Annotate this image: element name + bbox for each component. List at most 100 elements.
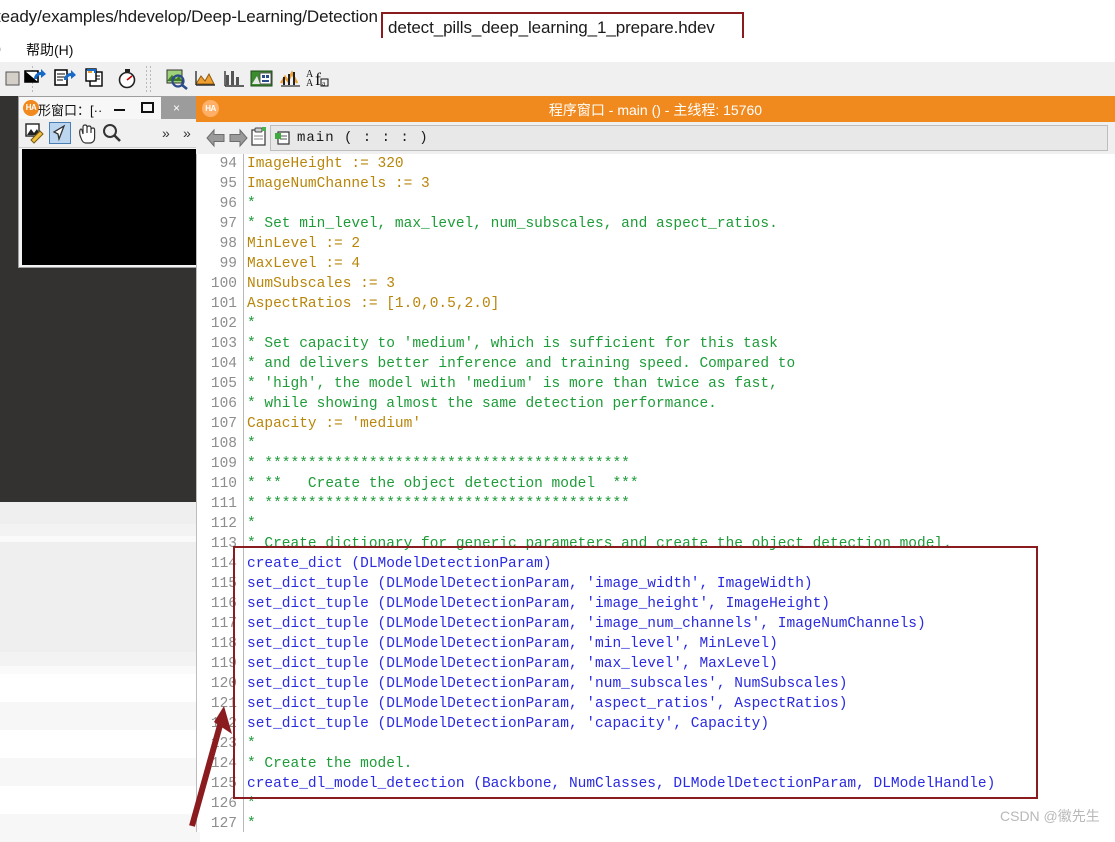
list-item[interactable] — [0, 730, 200, 758]
menu-item-help[interactable]: 帮助(H) — [26, 40, 73, 60]
code-line[interactable]: 96 * — [197, 194, 1115, 214]
code-text: set_dict_tuple (DLModelDetectionParam, '… — [247, 596, 830, 612]
graphics-window-toolbar: » » — [19, 119, 207, 148]
code-text: create_dl_model_detection (Backbone, Num… — [247, 776, 996, 792]
step-over-icon[interactable] — [22, 67, 46, 91]
code-line[interactable]: 97 * Set min_level, max_level, num_subsca… — [197, 214, 1115, 234]
code-line[interactable]: 111 * ***********************************… — [197, 494, 1115, 514]
code-line[interactable]: 95 ImageNumChannels := 3 — [197, 174, 1115, 194]
code-text: * and delivers better inference and trai… — [247, 356, 796, 372]
code-line[interactable]: 117 set_dict_tuple (DLModelDetectionParam… — [197, 614, 1115, 634]
graphics-window: HA 形窗口：[·· × » » — [18, 96, 208, 268]
code-line[interactable]: 116 set_dict_tuple (DLModelDetectionParam… — [197, 594, 1115, 614]
program-window-titlebar[interactable]: HA 程序窗口 - main () - 主线程: 15760 — [196, 96, 1115, 122]
code-line[interactable]: 112 * — [197, 514, 1115, 534]
list-item[interactable] — [0, 758, 200, 786]
stopwatch-icon[interactable] — [116, 67, 140, 91]
code-text: ImageNumChannels := 3 — [247, 176, 430, 192]
code-line[interactable]: 120 set_dict_tuple (DLModelDetectionParam… — [197, 674, 1115, 694]
procedure-selector[interactable]: main ( : : : ) — [270, 125, 1108, 151]
code-line[interactable]: 98 MinLevel := 2 — [197, 234, 1115, 254]
program-window-title-text: 程序窗口 - main () - 主线程: 15760 — [548, 102, 763, 118]
red-pointer-arrow — [189, 706, 232, 827]
code-text: set_dict_tuple (DLModelDetectionParam, '… — [247, 636, 778, 652]
code-line[interactable]: 94 ImageHeight := 320 — [197, 154, 1115, 174]
code-line[interactable]: 99 MaxLevel := 4 — [197, 254, 1115, 274]
code-text: * — [247, 736, 256, 752]
menu-bar: ） 帮助(H) — [0, 38, 1115, 62]
profile-icon[interactable] — [279, 67, 303, 91]
code-line[interactable]: 125 create_dl_model_detection (Backbone, … — [197, 774, 1115, 794]
graphics-window-canvas[interactable] — [22, 149, 204, 265]
code-line[interactable]: 121 set_dict_tuple (DLModelDetectionParam… — [197, 694, 1115, 714]
close-icon: × — [173, 101, 181, 115]
line-number: 113 — [210, 536, 237, 552]
line-number: 100 — [210, 276, 237, 292]
program-window-navbar: main ( : : : ) — [196, 122, 1115, 155]
minimize-icon[interactable] — [114, 109, 125, 111]
code-line[interactable]: 122set_dict_tuple (DLModelDetectionParam… — [197, 714, 1115, 734]
overflow-chevrons-icon[interactable]: » — [162, 122, 184, 144]
feature-window-icon[interactable] — [250, 67, 274, 91]
code-line[interactable]: 107 Capacity := 'medium' — [197, 414, 1115, 434]
line-number: 95 — [219, 176, 237, 192]
code-editor[interactable]: 94 ImageHeight := 320 95 ImageNumChannels :… — [196, 154, 1115, 832]
code-text: set_dict_tuple (DLModelDetectionParam, '… — [247, 676, 848, 692]
line-number: 116 — [210, 596, 237, 612]
code-line[interactable]: 114 create_dict (DLModelDetectionParam) — [197, 554, 1115, 574]
code-text: set_dict_tuple (DLModelDetectionParam, '… — [247, 696, 848, 712]
step-into-icon[interactable] — [52, 67, 76, 91]
list-item[interactable] — [0, 702, 200, 730]
code-line[interactable]: 106 * while showing almost the same detec… — [197, 394, 1115, 414]
code-line[interactable]: 127 * — [197, 814, 1115, 834]
menu-item-partial[interactable]: ） — [0, 40, 10, 60]
code-line[interactable]: 113 * Create dictionary for generic param… — [197, 534, 1115, 554]
code-line[interactable]: 101 AspectRatios := [1.0,0.5,2.0] — [197, 294, 1115, 314]
list-item[interactable] — [0, 786, 200, 814]
line-number: 104 — [210, 356, 237, 372]
list-item[interactable] — [0, 674, 200, 702]
forward-arrow-icon[interactable] — [227, 128, 249, 153]
gray-histogram-icon[interactable] — [194, 67, 218, 91]
list-item[interactable] — [0, 814, 200, 842]
code-line[interactable]: 123 * — [197, 734, 1115, 754]
code-line[interactable]: 102 * — [197, 314, 1115, 334]
pan-hand-icon[interactable] — [75, 122, 97, 144]
main-toolbar: A A f a — [0, 62, 1115, 97]
line-number: 115 — [210, 576, 237, 592]
graphics-window-titlebar[interactable]: HA 形窗口：[·· × — [19, 97, 207, 120]
code-line[interactable]: 119 set_dict_tuple (DLModelDetectionParam… — [197, 654, 1115, 674]
code-line[interactable]: 100 NumSubscales := 3 — [197, 274, 1115, 294]
code-line[interactable]: 109 * ***********************************… — [197, 454, 1115, 474]
step-out-icon[interactable] — [84, 67, 108, 91]
inspector-body-1 — [0, 542, 200, 653]
code-line[interactable]: 105 * 'high', the model with 'medium' is … — [197, 374, 1115, 394]
clipboard-icon[interactable] — [250, 127, 268, 152]
draw-icon[interactable] — [24, 122, 46, 144]
toolbar-separator-2 — [146, 66, 147, 92]
back-arrow-icon[interactable] — [205, 128, 227, 153]
path-bar: teady/examples/hdevelop/Deep-Learning/De… — [0, 0, 1115, 41]
code-line[interactable]: 124 * Create the model. — [197, 754, 1115, 774]
font-icon[interactable]: A A f a — [306, 67, 330, 91]
code-text: Capacity := 'medium' — [247, 416, 422, 432]
line-number: 96 — [219, 196, 237, 212]
arrow-select-icon[interactable] — [49, 122, 71, 144]
code-line[interactable]: 103 * Set capacity to 'medium', which is … — [197, 334, 1115, 354]
code-line[interactable]: 118 set_dict_tuple (DLModelDetectionParam… — [197, 634, 1115, 654]
toolbar-separator-3 — [150, 66, 151, 92]
maximize-icon[interactable] — [141, 102, 154, 113]
halcon-badge-icon: HA — [23, 100, 39, 116]
code-line[interactable]: 104 * and delivers better inference and t… — [197, 354, 1115, 374]
inspect-icon[interactable] — [165, 67, 189, 91]
line-number: 117 — [210, 616, 237, 632]
zoom-magnifier-icon[interactable] — [101, 122, 123, 144]
code-line[interactable]: 126 * — [197, 794, 1115, 814]
line-number: 114 — [210, 556, 237, 572]
code-line[interactable]: 115 set_dict_tuple (DLModelDetectionParam… — [197, 574, 1115, 594]
procedure-label: main ( : : : ) — [297, 130, 429, 146]
code-line[interactable]: 108 * — [197, 434, 1115, 454]
code-line[interactable]: 110 * ** Create the object detection mode… — [197, 474, 1115, 494]
histogram-icon[interactable] — [223, 67, 247, 91]
line-number: 98 — [219, 236, 237, 252]
